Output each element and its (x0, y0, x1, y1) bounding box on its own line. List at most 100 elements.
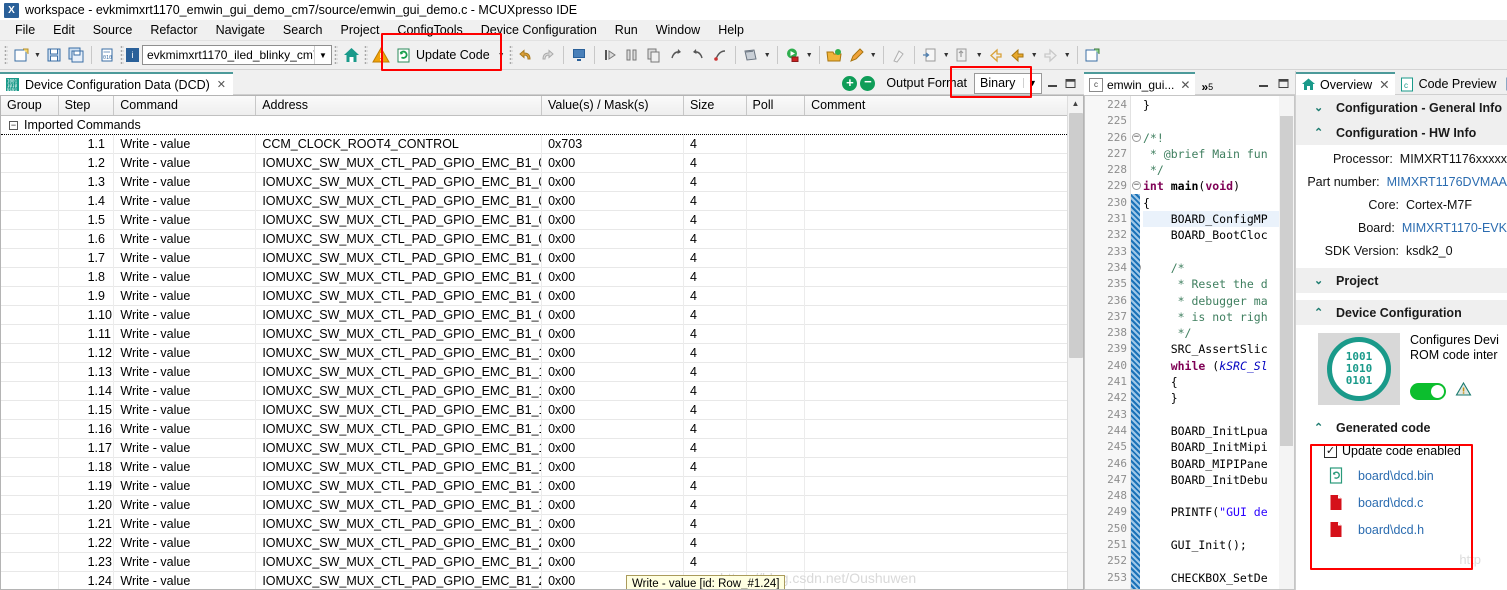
menu-run[interactable]: Run (606, 21, 647, 39)
maximize-editor-icon[interactable] (1276, 76, 1291, 90)
close-icon[interactable]: ✕ (1379, 77, 1389, 92)
editor-vertical-scrollbar[interactable] (1279, 96, 1294, 589)
section-general-info[interactable]: ⌄ Configuration - General Info (1296, 95, 1507, 120)
chevron-down-icon[interactable]: ▼ (314, 46, 331, 64)
save-icon[interactable] (43, 44, 65, 66)
export-icon[interactable] (952, 44, 974, 66)
step-return-icon[interactable] (665, 44, 687, 66)
update-code-enabled-checkbox[interactable]: ✓ (1324, 444, 1337, 458)
tab-emwin-gui-demo[interactable]: c emwin_gui... ✕ (1084, 72, 1196, 95)
redo-icon[interactable] (537, 44, 559, 66)
import-dropdown-icon[interactable]: ▼ (941, 44, 952, 66)
code-line[interactable] (1143, 244, 1294, 260)
code-line[interactable]: { (1143, 374, 1294, 390)
code-line[interactable]: */ (1143, 325, 1294, 341)
code-line[interactable]: GUI_Init(); (1143, 537, 1294, 553)
table-row[interactable]: 1.20 Write - value IOMUXC_SW_MUX_CTL_PAD_G… (1, 495, 1083, 515)
menu-navigate[interactable]: Navigate (207, 21, 274, 39)
close-icon[interactable]: ✕ (1180, 78, 1190, 92)
export-dropdown-icon[interactable]: ▼ (974, 44, 985, 66)
table-row[interactable]: 1.15 Write - value IOMUXC_SW_MUX_CTL_PAD_G… (1, 400, 1083, 420)
table-row[interactable]: 1.24 Write - value IOMUXC_SW_MUX_CTL_PAD_G… (1, 571, 1083, 589)
collapse-icon[interactable]: − (9, 120, 18, 130)
output-format-select[interactable]: Binary ▼ (974, 72, 1042, 94)
table-row[interactable]: 1.7 Write - value IOMUXC_SW_MUX_CTL_PAD_GP… (1, 248, 1083, 268)
scroll-up-arrow-icon[interactable]: ▲ (1068, 96, 1083, 112)
column-header-comment[interactable]: Comment (805, 96, 1083, 115)
table-row[interactable]: 1.16 Write - value IOMUXC_SW_MUX_CTL_PAD_G… (1, 419, 1083, 439)
code-line[interactable]: /*! (1143, 130, 1294, 146)
binary-file-icon[interactable]: 010 (96, 44, 118, 66)
warning-icon[interactable] (370, 44, 392, 66)
close-icon[interactable]: ✕ (217, 78, 226, 91)
toolbar-grip-3[interactable] (334, 45, 338, 65)
bookmark-icon[interactable] (740, 44, 762, 66)
debug-icon[interactable] (782, 44, 804, 66)
minimize-view-icon[interactable] (1045, 76, 1060, 90)
section-device-configuration[interactable]: ⌃ Device Configuration (1296, 300, 1507, 325)
table-row[interactable]: 1.11 Write - value IOMUXC_SW_MUX_CTL_PAD_G… (1, 324, 1083, 344)
table-row[interactable]: 1.23 Write - value IOMUXC_SW_MUX_CTL_PAD_G… (1, 552, 1083, 572)
update-code-button[interactable]: Update Code (392, 44, 496, 67)
code-line[interactable]: */ (1143, 162, 1294, 178)
code-line[interactable]: * is not righ (1143, 309, 1294, 325)
generated-file-row[interactable]: board\dcd.bin (1296, 462, 1507, 489)
table-row[interactable]: 1.18 Write - value IOMUXC_SW_MUX_CTL_PAD_G… (1, 457, 1083, 477)
table-row[interactable]: 1.14 Write - value IOMUXC_SW_MUX_CTL_PAD_G… (1, 381, 1083, 401)
import-icon[interactable] (919, 44, 941, 66)
code-lines[interactable]: }/*! * @brief Main fun */int main(void){… (1131, 96, 1294, 589)
table-row[interactable]: 1.10 Write - value IOMUXC_SW_MUX_CTL_PAD_G… (1, 305, 1083, 325)
editor-scroll-thumb[interactable] (1280, 116, 1293, 446)
table-row[interactable]: 1.5 Write - value IOMUXC_SW_MUX_CTL_PAD_GP… (1, 210, 1083, 230)
code-line[interactable]: } (1143, 97, 1294, 113)
column-header-size[interactable]: Size (683, 96, 747, 115)
menu-search[interactable]: Search (274, 21, 332, 39)
tab-code-preview[interactable]: c Code Preview (1394, 72, 1502, 95)
new-file-icon[interactable] (10, 44, 32, 66)
board-value[interactable]: MIMXRT1170-EVK (1402, 221, 1507, 235)
table-row[interactable]: 1.22 Write - value IOMUXC_SW_MUX_CTL_PAD_G… (1, 533, 1083, 553)
update-code-dropdown-icon[interactable]: ▼ (496, 44, 507, 66)
code-line[interactable]: BOARD_BootCloc (1143, 227, 1294, 243)
code-line[interactable]: BOARD_InitMipi (1143, 439, 1294, 455)
code-line[interactable] (1143, 407, 1294, 423)
undo-icon[interactable] (515, 44, 537, 66)
next-nav-dropdown-icon[interactable]: ▼ (1062, 44, 1073, 66)
code-line[interactable]: DROPDOWN_SetDe (1143, 586, 1294, 589)
code-line[interactable]: SRC_AssertSlic (1143, 341, 1294, 357)
menu-refactor[interactable]: Refactor (141, 21, 206, 39)
column-header-step[interactable]: Step (58, 96, 115, 115)
previous-nav-icon[interactable] (1007, 44, 1029, 66)
fold-toggle-icon[interactable]: − (1132, 132, 1141, 142)
toolbar-grip-5[interactable] (508, 45, 513, 65)
run-to-line-icon[interactable] (709, 44, 731, 66)
more-tabs-button[interactable]: » 5 (1195, 72, 1220, 95)
table-row[interactable]: 1.17 Write - value IOMUXC_SW_MUX_CTL_PAD_G… (1, 438, 1083, 458)
update-code-enabled-row[interactable]: ✓ Update code enabled (1296, 440, 1507, 462)
tab-overview[interactable]: Overview ✕ (1296, 72, 1395, 95)
code-line[interactable] (1143, 488, 1294, 504)
menu-window[interactable]: Window (647, 21, 709, 39)
part-number-value[interactable]: MIMXRT1176DVMAA (1387, 175, 1507, 189)
table-row[interactable]: 1.4 Write - value IOMUXC_SW_MUX_CTL_PAD_GP… (1, 191, 1083, 211)
code-line[interactable]: * Reset the d (1143, 276, 1294, 292)
table-row[interactable]: 1.9 Write - value IOMUXC_SW_MUX_CTL_PAD_GP… (1, 286, 1083, 306)
code-line[interactable]: * debugger ma (1143, 293, 1294, 309)
clean-icon[interactable] (888, 44, 910, 66)
save-all-icon[interactable] (65, 44, 87, 66)
column-header-poll[interactable]: Poll (746, 96, 806, 115)
table-row[interactable]: 1.12 Write - value IOMUXC_SW_MUX_CTL_PAD_G… (1, 343, 1083, 363)
table-row[interactable]: 1.19 Write - value IOMUXC_SW_MUX_CTL_PAD_G… (1, 476, 1083, 496)
code-line[interactable]: while (kSRC_Sl (1143, 358, 1294, 374)
table-vertical-scrollbar[interactable]: ▲ (1067, 96, 1083, 589)
section-project[interactable]: ⌄ Project (1296, 268, 1507, 293)
column-header-group[interactable]: Group (1, 96, 59, 115)
column-header-values[interactable]: Value(s) / Mask(s) (542, 96, 684, 115)
copy-icon[interactable] (643, 44, 665, 66)
menu-project[interactable]: Project (332, 21, 389, 39)
device-config-toggle[interactable] (1410, 382, 1446, 400)
menu-device-configuration[interactable]: Device Configuration (472, 21, 606, 39)
quick-fix-dropdown-icon[interactable]: ▼ (868, 44, 879, 66)
code-line[interactable]: int main(void) (1143, 178, 1294, 194)
table-row[interactable]: 1.3 Write - value IOMUXC_SW_MUX_CTL_PAD_GP… (1, 172, 1083, 192)
